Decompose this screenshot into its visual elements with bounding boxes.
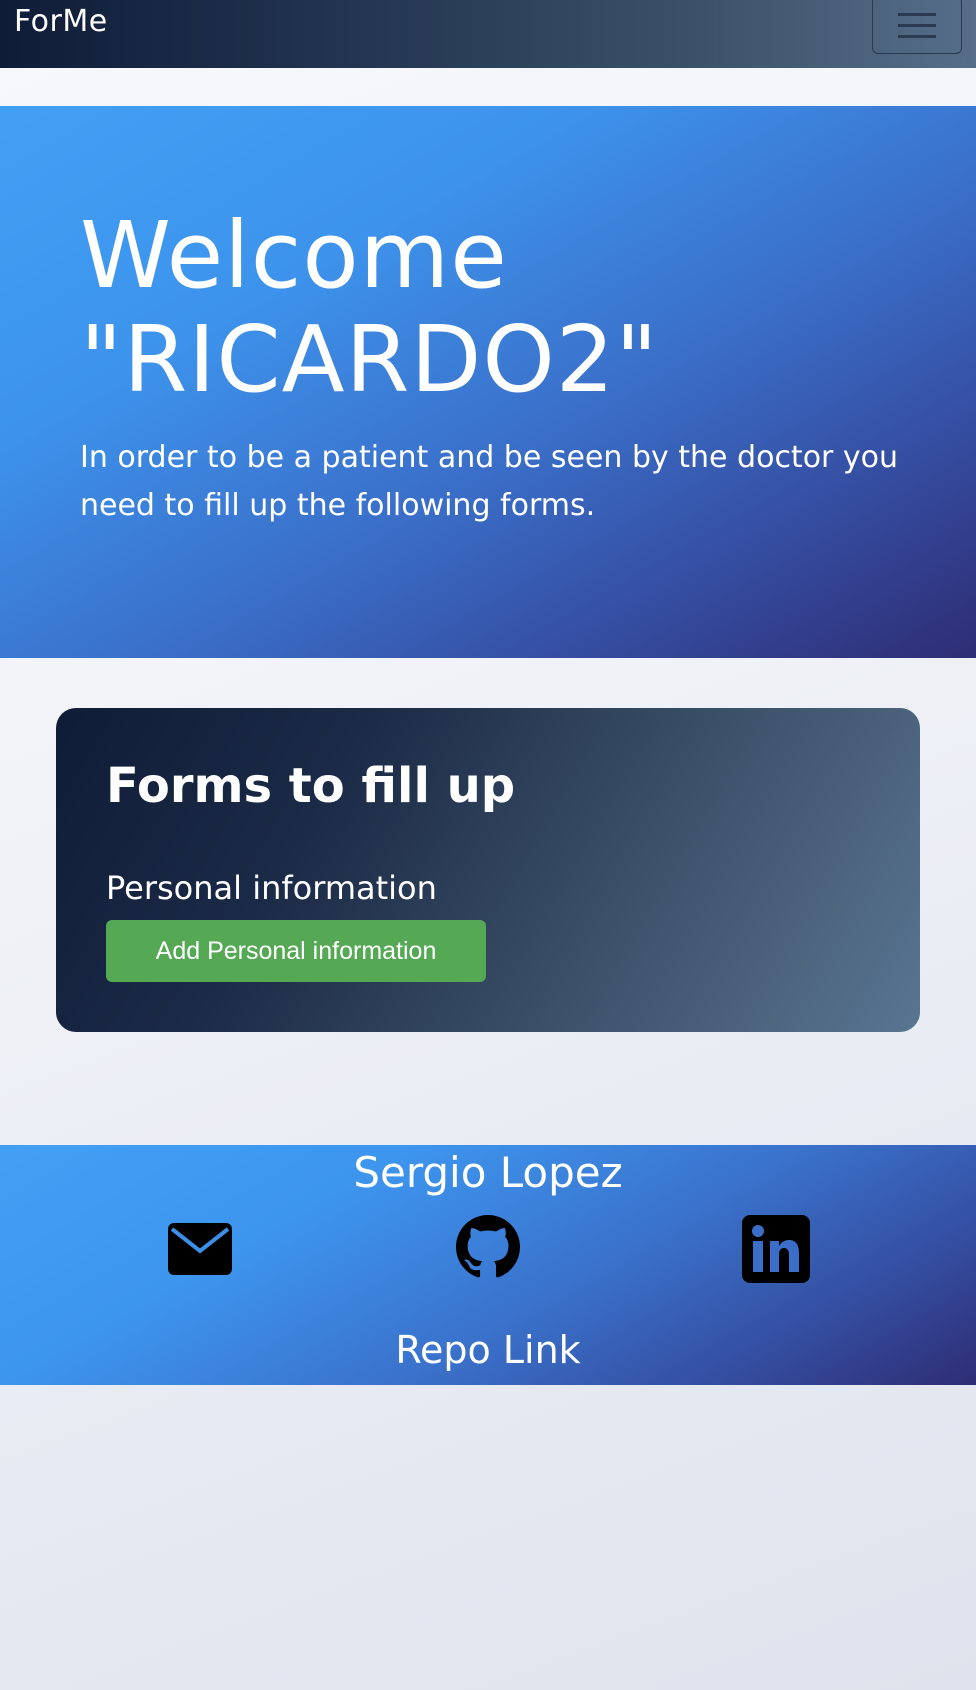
navbar-toggle-button[interactable]	[872, 0, 962, 54]
hero-description: In order to be a patient and be seen by …	[80, 440, 899, 523]
brand-logo[interactable]: ForMe	[14, 4, 108, 39]
repo-link[interactable]: Repo Link	[0, 1325, 976, 1375]
linkedin-icon[interactable]	[742, 1215, 810, 1287]
github-icon[interactable]	[456, 1215, 520, 1283]
hero-banner: Welcome "RICARDO2" In order to be a pati…	[0, 106, 976, 658]
footer-author-name: Sergio Lopez	[353, 1148, 623, 1197]
hamburger-menu-icon	[898, 13, 936, 38]
footer: Sergio Lopez Repo Link	[0, 1145, 976, 1385]
add-personal-information-button[interactable]: Add Personal information	[106, 920, 486, 982]
personal-information-label: Personal information	[106, 869, 437, 907]
mail-icon[interactable]	[168, 1223, 232, 1279]
navbar: ForMe	[0, 0, 976, 68]
forms-card: Forms to fill up Personal information Ad…	[56, 708, 920, 1032]
hero-title: Welcome "RICARDO2"	[80, 202, 659, 413]
forms-card-title: Forms to fill up	[106, 758, 516, 814]
